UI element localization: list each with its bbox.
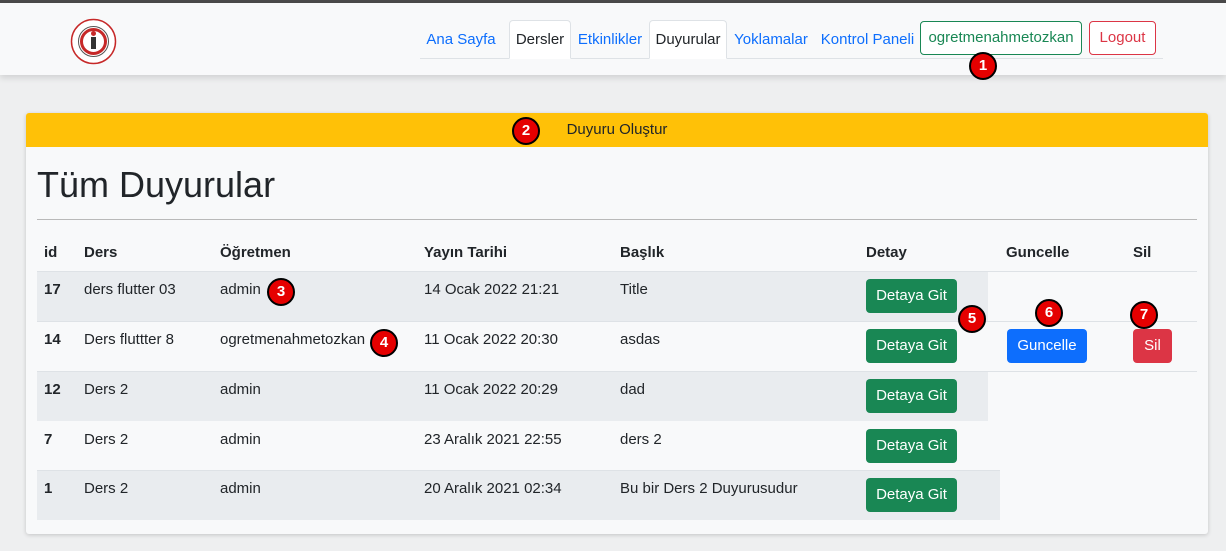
announcements-card: Duyuru Oluştur Tüm Duyurular id Ders Öğr… — [26, 113, 1208, 534]
user-profile-button[interactable]: ogretmenahmetozkan — [920, 21, 1082, 55]
table-row: 17 ders flutter 03 admin 14 Ocak 2022 21… — [37, 271, 1197, 321]
detail-button[interactable]: Detaya Git — [866, 279, 957, 313]
title-divider — [37, 219, 1197, 220]
cell-baslik: dad — [620, 381, 646, 398]
university-logo-icon[interactable] — [70, 18, 117, 65]
cell-baslik: Title — [620, 281, 648, 298]
cell-id: 17 — [44, 281, 61, 298]
annotation-marker: 5 — [958, 305, 986, 333]
column-header-sil: Sil — [1133, 244, 1152, 261]
annotation-marker: 6 — [1035, 299, 1063, 327]
annotation-marker: 7 — [1130, 301, 1158, 329]
cell-id: 1 — [44, 480, 53, 497]
column-header-ders: Ders — [84, 244, 118, 261]
update-button[interactable]: Guncelle — [1007, 329, 1087, 363]
nav-link-duyurular[interactable]: Duyurular — [649, 20, 727, 59]
cell-baslik: Bu bir Ders 2 Duyurusudur — [620, 480, 798, 497]
column-header-detay: Detay — [866, 244, 907, 261]
cell-id: 7 — [44, 431, 53, 448]
row-action-area — [988, 372, 1197, 421]
detail-button[interactable]: Detaya Git — [866, 379, 957, 413]
cell-tarih: 11 Ocak 2022 20:29 — [424, 381, 558, 398]
cell-ogretmen: admin — [220, 480, 261, 497]
cell-ders: Ders 2 — [84, 480, 129, 497]
delete-button[interactable]: Sil — [1133, 329, 1172, 363]
cell-id: 14 — [44, 331, 61, 348]
column-header-baslik: Başlık — [620, 244, 665, 261]
annotation-marker: 4 — [370, 329, 398, 357]
cell-ders: Ders fluttter 8 — [84, 331, 175, 348]
cell-tarih: 11 Ocak 2022 20:30 — [424, 331, 558, 348]
detail-button[interactable]: Detaya Git — [866, 329, 957, 363]
table-row: 1 Ders 2 admin 20 Aralık 2021 02:34 Bu b… — [37, 470, 1000, 520]
table-row: 12 Ders 2 admin 11 Ocak 2022 20:29 dad D… — [37, 371, 1197, 421]
cell-baslik: ders 2 — [620, 431, 662, 448]
cell-id: 12 — [44, 381, 61, 398]
annotation-marker: 2 — [512, 117, 540, 145]
nav-link-dersler[interactable]: Dersler — [509, 20, 571, 59]
table-row: 7 Ders 2 admin 23 Aralık 2021 22:55 ders… — [37, 421, 1197, 471]
column-header-guncelle: Guncelle — [1006, 244, 1070, 261]
create-announcement-button[interactable]: Duyuru Oluştur — [26, 113, 1208, 147]
column-header-yayin-tarihi: Yayın Tarihi — [424, 244, 508, 261]
detail-button[interactable]: Detaya Git — [866, 478, 957, 512]
detail-button[interactable]: Detaya Git — [866, 429, 957, 463]
page-title: Tüm Duyurular — [37, 164, 276, 205]
logout-button[interactable]: Logout — [1089, 21, 1156, 55]
cell-tarih: 23 Aralık 2021 22:55 — [424, 431, 562, 448]
row-action-area — [988, 272, 1197, 321]
cell-ogretmen: admin — [220, 381, 261, 398]
cell-ogretmen: ogretmenahmetozkan — [220, 331, 366, 348]
navbar: Ana Sayfa Dersler Etkinlikler Duyurular … — [0, 3, 1226, 75]
nav-link-ana-sayfa[interactable]: Ana Sayfa — [420, 20, 502, 59]
nav-link-etkinlikler[interactable]: Etkinlikler — [574, 20, 646, 59]
cell-tarih: 20 Aralık 2021 02:34 — [424, 480, 562, 497]
annotation-marker: 1 — [969, 52, 997, 80]
cell-ders: ders flutter 03 — [84, 281, 176, 298]
column-header-ogretmen: Öğretmen — [220, 244, 291, 261]
annotation-marker: 3 — [267, 278, 295, 306]
nav-link-kontrol-paneli[interactable]: Kontrol Paneli — [815, 20, 920, 59]
cell-ogretmen: admin — [220, 431, 261, 448]
cell-ders: Ders 2 — [84, 431, 129, 448]
cell-ogretmen: admin — [220, 281, 261, 298]
cell-ders: Ders 2 — [84, 381, 129, 398]
column-header-id: id — [44, 244, 58, 261]
nav-link-yoklamalar[interactable]: Yoklamalar — [730, 20, 812, 59]
cell-tarih: 14 Ocak 2022 21:21 — [424, 281, 560, 298]
cell-baslik: asdas — [620, 331, 661, 348]
